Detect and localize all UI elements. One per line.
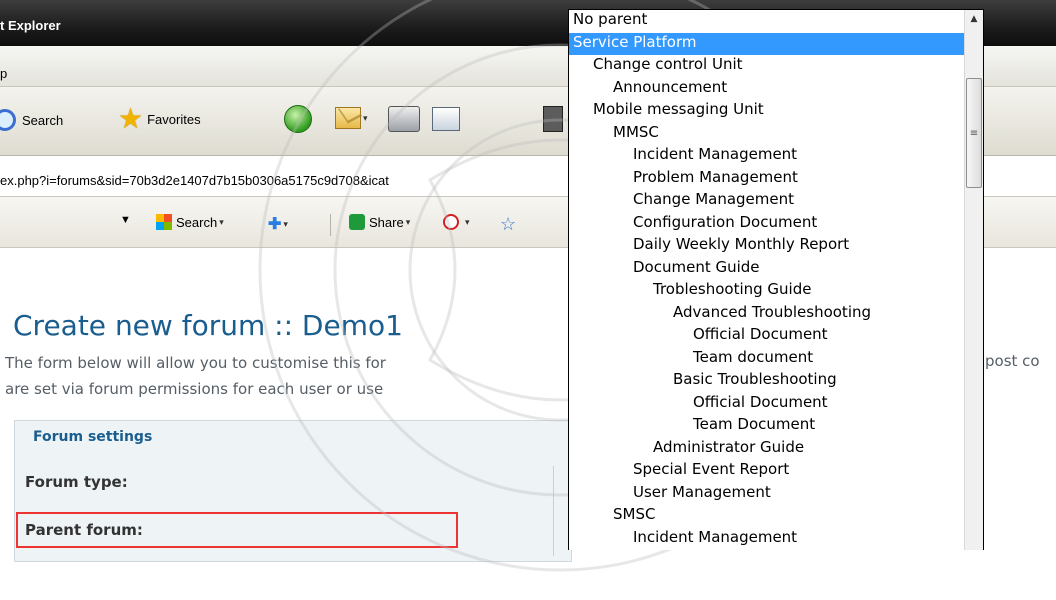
- share-icon: [349, 214, 365, 230]
- favorites-button-label: Favorites: [147, 111, 201, 127]
- search-button[interactable]: Search: [0, 109, 63, 131]
- windows-search-icon: [156, 214, 172, 230]
- share-label: Share: [369, 214, 404, 230]
- dropdown-option[interactable]: Announcement: [569, 78, 964, 101]
- dropdown-option[interactable]: Daily Weekly Monthly Report: [569, 235, 964, 258]
- dropdown-option[interactable]: Official Document: [569, 325, 964, 348]
- history-icon: [284, 105, 312, 133]
- dropdown-option[interactable]: Document Guide: [569, 258, 964, 281]
- intro-trailing-text: post co: [985, 352, 1040, 370]
- parent-forum-label: Parent forum:: [25, 521, 143, 539]
- history-button[interactable]: [284, 105, 312, 133]
- parent-forum-dropdown[interactable]: No parent Service Platform Change control …: [568, 9, 984, 550]
- parent-forum-options: No parent Service Platform Change control …: [569, 10, 964, 550]
- scroll-thumb[interactable]: ≡: [966, 78, 982, 188]
- dropdown-option[interactable]: Administrator Guide: [569, 438, 964, 461]
- window-title: t Explorer: [0, 18, 61, 33]
- dropdown-option[interactable]: Mobile messaging Unit: [569, 100, 964, 123]
- menu-help[interactable]: p: [0, 66, 7, 81]
- chevron-down-icon: ▾: [283, 218, 288, 229]
- dropdown-option[interactable]: MMSC: [569, 123, 964, 146]
- forum-type-label: Forum type:: [25, 473, 128, 491]
- mail-button[interactable]: ▾: [335, 107, 368, 129]
- favorite-star-button[interactable]: ☆: [500, 214, 516, 235]
- dropdown-option[interactable]: No parent: [569, 10, 964, 33]
- dropdown-option[interactable]: Trobleshooting Guide: [569, 280, 964, 303]
- search-icon: [0, 109, 16, 131]
- dropdown-option[interactable]: Basic Troubleshooting: [569, 370, 964, 393]
- dropdown-option[interactable]: SMSC: [569, 505, 964, 528]
- chevron-down-icon: ▾: [405, 216, 411, 227]
- dropdown-option[interactable]: Change control Unit: [569, 55, 964, 78]
- dropdown-option[interactable]: Change Management: [569, 190, 964, 213]
- dropdown-option[interactable]: Advanced Troubleshooting: [569, 303, 964, 326]
- edit-button[interactable]: [432, 107, 460, 131]
- scroll-up-icon[interactable]: ▲: [965, 10, 983, 28]
- dropdown-option[interactable]: Official Document: [569, 393, 964, 416]
- dropdown-option[interactable]: Configuration Document: [569, 213, 964, 236]
- print-icon: [388, 106, 420, 132]
- block-icon: [443, 214, 459, 230]
- dropdown-option[interactable]: Team document: [569, 348, 964, 371]
- research-button[interactable]: [543, 106, 563, 132]
- chevron-down-icon: ▾: [465, 216, 470, 227]
- research-icon: [543, 106, 563, 132]
- dropdown-option[interactable]: User Management: [569, 483, 964, 506]
- add-button[interactable]: ✚ ▾: [268, 214, 288, 234]
- dropdown-option[interactable]: Incident Management: [569, 145, 964, 168]
- star-outline-icon: ☆: [500, 214, 517, 234]
- forum-settings-panel: Forum settings Forum type: Parent forum:: [14, 420, 572, 562]
- chevron-down-icon: ▾: [363, 112, 368, 123]
- toolbar-dropdown-button[interactable]: ▼: [120, 214, 131, 226]
- toolbar-separator: [322, 214, 339, 236]
- block-button[interactable]: ▾: [443, 214, 470, 230]
- dropdown-scrollbar[interactable]: ▲ ≡: [964, 10, 983, 550]
- share-button[interactable]: Share ▾: [349, 214, 410, 230]
- address-url[interactable]: ex.php?i=forums&sid=70b3d2e1407d7b15b030…: [0, 173, 389, 188]
- dropdown-option-selected[interactable]: Service Platform: [569, 32, 964, 55]
- forum-settings-legend: Forum settings: [33, 429, 153, 445]
- edit-icon: [432, 107, 460, 131]
- plus-icon: ✚: [268, 216, 282, 233]
- dropdown-option[interactable]: Problem Management: [569, 168, 964, 191]
- toolbar-search-label: Search: [176, 214, 218, 230]
- toolbar-search-button[interactable]: Search ▾: [156, 214, 224, 230]
- page-title: Create new forum :: Demo1: [13, 309, 403, 342]
- star-icon: ★: [118, 103, 144, 134]
- dropdown-option[interactable]: Team Document: [569, 415, 964, 438]
- search-button-label: Search: [22, 112, 64, 128]
- settings-divider: [553, 466, 554, 556]
- favorites-button[interactable]: ★ Favorites: [118, 105, 201, 133]
- caret-down-icon: ▼: [120, 214, 131, 226]
- print-button[interactable]: [388, 106, 420, 132]
- dropdown-option[interactable]: Incident Management: [569, 528, 964, 551]
- chevron-down-icon: ▾: [219, 216, 224, 227]
- mail-icon: [335, 107, 361, 129]
- dropdown-option[interactable]: Special Event Report: [569, 460, 964, 483]
